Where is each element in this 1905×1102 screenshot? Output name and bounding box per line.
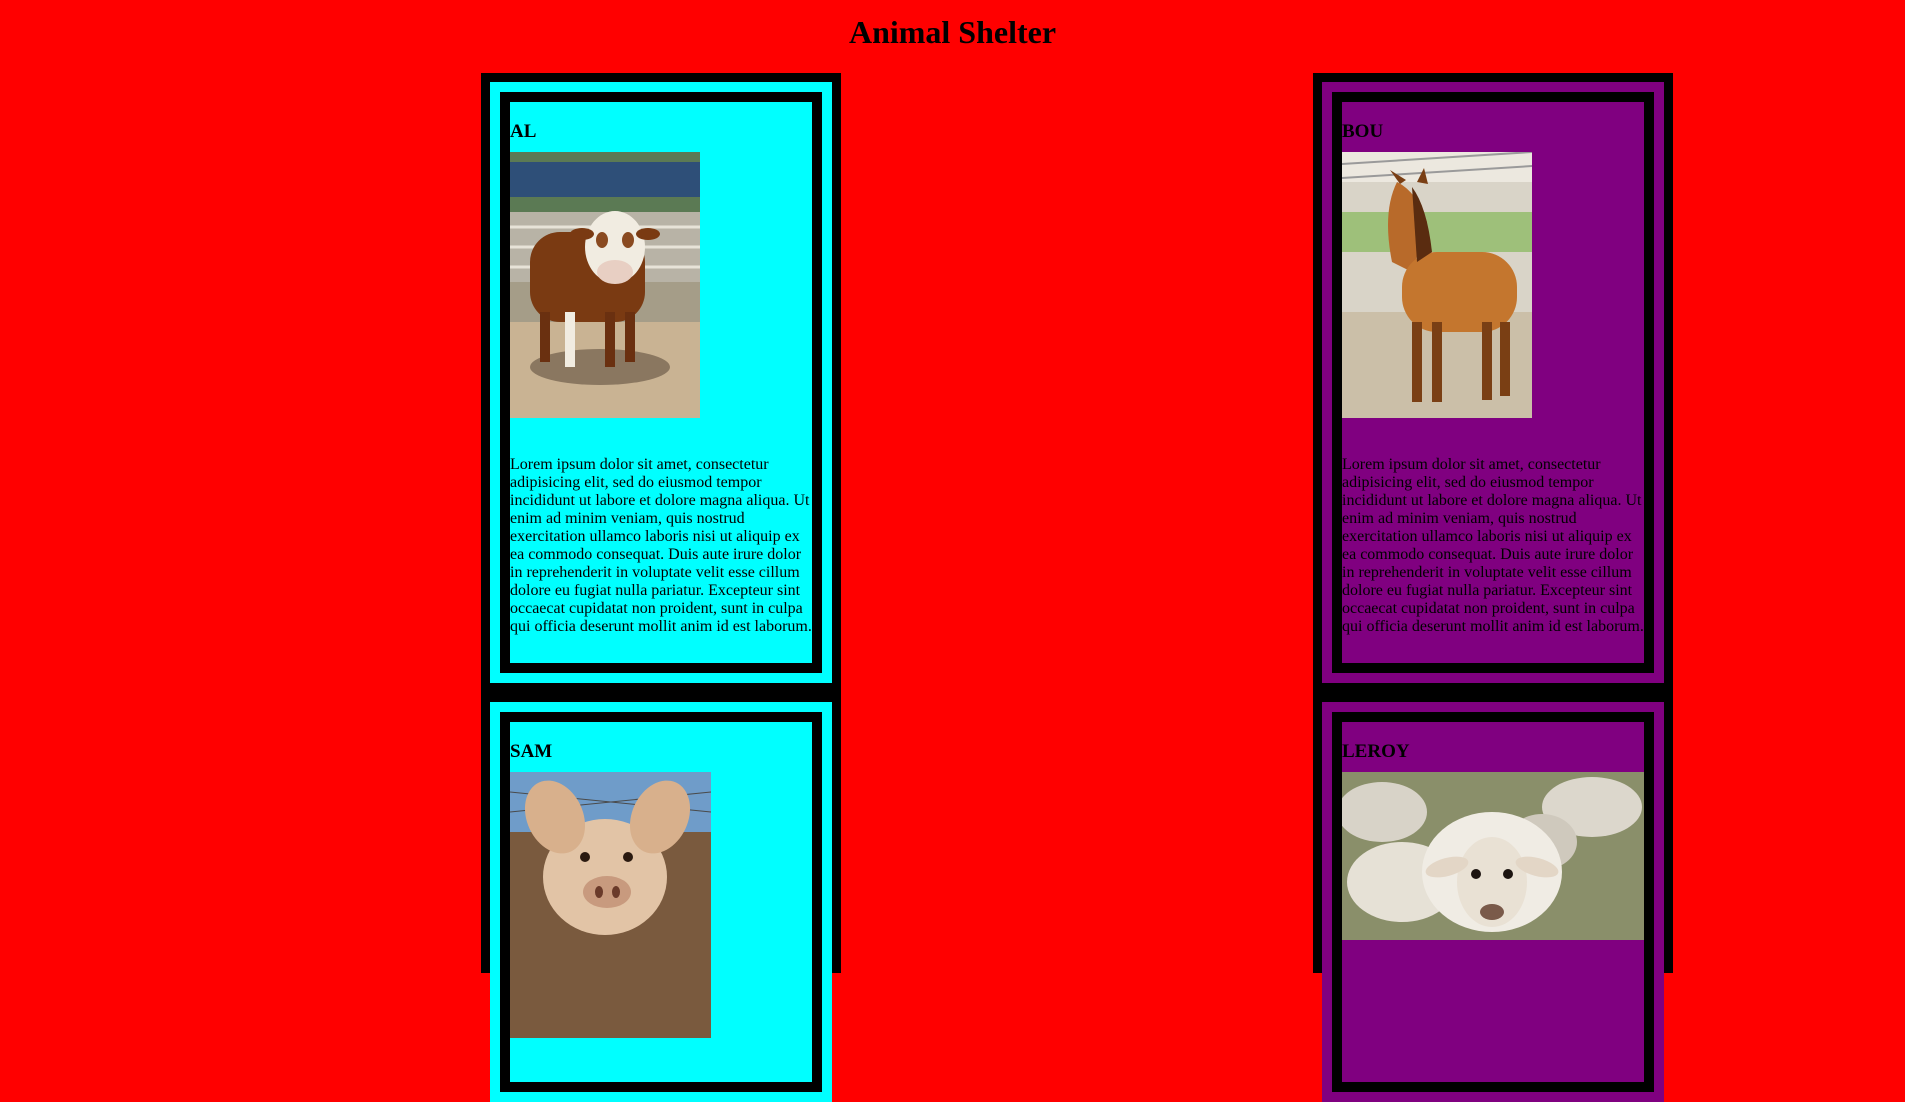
animal-card-inner: AL Lorem ipsum dolor sit amet, consectet… [500, 92, 822, 673]
animal-description: Lorem ipsum dolor sit amet, consectetur … [1342, 456, 1644, 635]
animal-name: SAM [510, 741, 553, 762]
animal-card-bou: BOU Lorem ipsum dolor sit amet, consecte… [1322, 82, 1664, 683]
sheep-image [1342, 772, 1644, 940]
cow-photo [510, 152, 700, 418]
animal-card-al: AL Lorem ipsum dolor sit amet, consectet… [490, 82, 832, 683]
page-title: Animal Shelter [848, 14, 1057, 50]
right-column: BOU Lorem ipsum dolor sit amet, consecte… [1313, 73, 1673, 1102]
animal-name: LEROY [1342, 741, 1410, 762]
pig-image [510, 772, 711, 1038]
sheep-photo [1342, 772, 1644, 940]
animal-name: BOU [1342, 121, 1384, 142]
left-column: AL Lorem ipsum dolor sit amet, consectet… [481, 73, 841, 1102]
pig-photo [510, 772, 711, 1038]
animal-card-inner: LEROY [1332, 712, 1654, 1092]
horse-image [1342, 152, 1532, 418]
animal-name: AL [510, 121, 537, 142]
animal-card-sam: SAM [490, 702, 832, 1102]
animal-card-inner: BOU Lorem ipsum dolor sit amet, consecte… [1332, 92, 1654, 673]
animal-card-leroy: LEROY [1322, 702, 1664, 1102]
animal-description: Lorem ipsum dolor sit amet, consectetur … [510, 456, 812, 635]
animal-card-inner: SAM [500, 712, 822, 1092]
cow-image [510, 152, 700, 418]
horse-photo [1342, 152, 1532, 418]
